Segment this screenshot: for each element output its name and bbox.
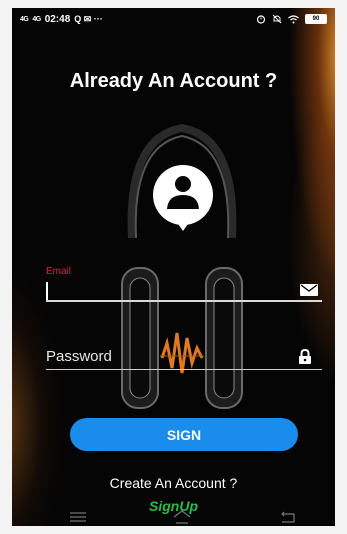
status-left: 4G 4G 02:48 Q ✉ ··· [20, 14, 103, 25]
battery-icon: 90 [305, 14, 327, 24]
status-time: 02:48 [44, 14, 71, 25]
status-bar: 4G 4G 02:48 Q ✉ ··· 90 [12, 8, 335, 30]
lock-icon [299, 349, 311, 364]
wifi-icon [288, 14, 299, 23]
status-right: 90 [256, 14, 327, 24]
mute-icon [272, 14, 282, 24]
user-avatar-icon [153, 165, 213, 231]
mail-icon [300, 284, 318, 296]
text-cursor [46, 282, 48, 300]
password-placeholder: Password [46, 348, 112, 365]
alarm-icon [256, 15, 266, 24]
create-account-text: Create An Account ? [109, 475, 238, 491]
back-icon[interactable] [280, 511, 296, 523]
sign-button[interactable]: SIGN [70, 418, 298, 451]
signal-4g-1: 4G [20, 16, 29, 23]
menu-icon[interactable] [70, 512, 86, 522]
email-field[interactable] [46, 278, 322, 302]
battery-level: 90 [312, 16, 320, 22]
navigation-bar [12, 508, 335, 526]
home-icon[interactable] [172, 510, 192, 524]
password-field[interactable]: Password [46, 344, 322, 370]
login-screen: 4G 4G 02:48 Q ✉ ··· 90 Already An Accoun… [12, 8, 335, 526]
signal-4g-2: 4G [32, 16, 41, 23]
page-title: Already An Account ? [69, 70, 278, 92]
email-label: Email [46, 266, 72, 277]
notification-icons: Q ✉ ··· [74, 14, 103, 24]
